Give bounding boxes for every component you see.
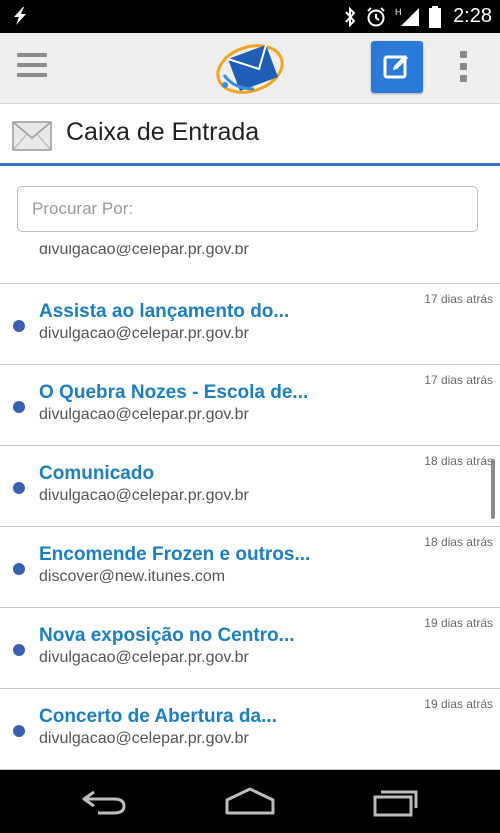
message-row[interactable]: Concerto de Abertura da... divulgacao@ce… — [0, 689, 500, 770]
app-bar — [0, 33, 500, 104]
message-sender: divulgacao@celepar.pr.gov.br — [39, 649, 249, 666]
status-time: 2:28 — [453, 5, 492, 27]
message-subject: Concerto de Abertura da... — [39, 706, 277, 727]
message-date: 17 dias atrás — [424, 292, 493, 306]
search-box — [17, 186, 478, 232]
compose-icon — [383, 55, 408, 79]
signal-icon: H — [395, 6, 421, 28]
list-item-partial[interactable]: divulgacao@celepar.pr.gov.br — [0, 245, 500, 284]
message-sender: divulgacao@celepar.pr.gov.br — [39, 730, 249, 747]
message-sender: discover@new.itunes.com — [39, 568, 226, 585]
message-subject: O Quebra Nozes - Escola de... — [39, 382, 309, 403]
message-date: 18 dias atrás — [424, 535, 493, 549]
message-row[interactable]: Nova exposição no Centro... divulgacao@c… — [0, 608, 500, 689]
menu-icon[interactable] — [17, 53, 47, 79]
message-date: 19 dias atrás — [424, 697, 493, 711]
battery-icon — [429, 5, 442, 28]
compose-button[interactable] — [371, 41, 423, 93]
unread-dot-icon — [13, 320, 25, 332]
bluetooth-icon — [343, 6, 357, 28]
envelope-icon — [12, 121, 52, 156]
search-input[interactable] — [18, 187, 477, 231]
message-subject: Comunicado — [39, 463, 155, 484]
unread-dot-icon — [13, 563, 25, 575]
message-sender: divulgacao@celepar.pr.gov.br — [39, 245, 249, 258]
message-row[interactable]: Assista ao lançamento do... divulgacao@c… — [0, 284, 500, 365]
message-sender: divulgacao@celepar.pr.gov.br — [39, 406, 249, 423]
flash-icon — [10, 6, 30, 26]
home-icon[interactable] — [224, 784, 276, 823]
message-sender: divulgacao@celepar.pr.gov.br — [39, 487, 249, 504]
scrollbar[interactable] — [491, 459, 495, 519]
header-divider — [0, 163, 500, 166]
unread-dot-icon — [13, 482, 25, 494]
message-row[interactable]: O Quebra Nozes - Escola de... divulgacao… — [0, 365, 500, 446]
recent-apps-icon[interactable] — [372, 784, 422, 823]
message-date: 19 dias atrás — [424, 616, 493, 630]
overflow-menu-icon[interactable] — [460, 51, 468, 85]
network-type-label: H — [395, 7, 402, 17]
page-title: Caixa de Entrada — [66, 118, 260, 146]
unread-dot-icon — [13, 644, 25, 656]
message-date: 18 dias atrás — [424, 454, 493, 468]
message-sender: divulgacao@celepar.pr.gov.br — [39, 325, 249, 342]
inbox-header: Caixa de Entrada — [0, 104, 500, 166]
mail-logo — [214, 39, 286, 102]
message-row[interactable]: Encomende Frozen e outros... discover@ne… — [0, 527, 500, 608]
message-date: 17 dias atrás — [424, 373, 493, 387]
message-subject: Nova exposição no Centro... — [39, 625, 295, 646]
message-subject: Assista ao lançamento do... — [39, 301, 290, 322]
unread-dot-icon — [13, 725, 25, 737]
unread-dot-icon — [13, 401, 25, 413]
back-icon[interactable] — [80, 784, 128, 823]
message-row[interactable]: Comunicado divulgacao@celepar.pr.gov.br … — [0, 446, 500, 527]
navigation-bar — [0, 770, 500, 833]
message-subject: Encomende Frozen e outros... — [39, 544, 311, 565]
status-bar: H 2:28 — [0, 0, 500, 33]
message-list: divulgacao@celepar.pr.gov.br Assista ao … — [0, 245, 500, 770]
alarm-icon — [365, 6, 387, 28]
